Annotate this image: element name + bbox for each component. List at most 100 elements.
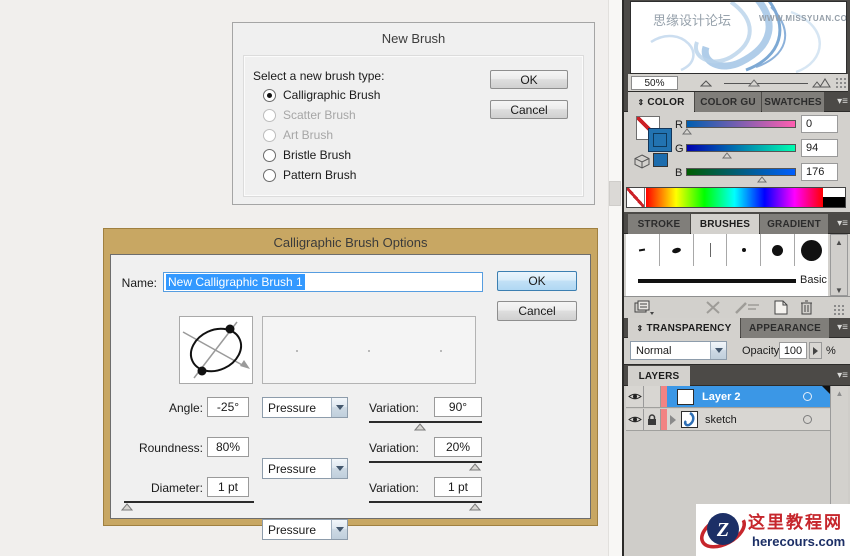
visibility-toggle[interactable] (626, 386, 644, 407)
radio-bristle-brush[interactable] (263, 148, 276, 162)
layer-thumbnail[interactable] (677, 388, 694, 405)
brush-libraries-icon[interactable] (634, 300, 654, 315)
diameter-variation-track[interactable] (369, 501, 482, 503)
diameter-dynamics-combo[interactable]: Pressure (262, 519, 348, 540)
chevron-down-icon[interactable] (331, 520, 347, 539)
expand-triangle-icon[interactable] (670, 414, 676, 425)
g-value-field[interactable]: 94 (801, 139, 838, 157)
tab-appearance[interactable]: APPEARANCE (741, 318, 829, 338)
layer-row-body[interactable]: Layer 2 (667, 386, 830, 407)
radio-pattern-brush[interactable] (263, 168, 276, 182)
radio-row-bristle[interactable]: Bristle Brush (263, 148, 351, 162)
brush-swatch-1[interactable] (626, 234, 660, 266)
panel-menu-icon[interactable]: ▾≡ (837, 96, 848, 108)
spectrum-white-swatch[interactable] (823, 188, 845, 197)
tab-color[interactable]: ⇕ COLOR (628, 92, 694, 112)
tab-color-guide[interactable]: COLOR GU (695, 92, 761, 112)
cancel-button[interactable]: Cancel (497, 301, 577, 321)
delete-brush-trash-icon[interactable] (800, 299, 813, 315)
roundness-dynamics-combo[interactable]: Pressure (262, 458, 348, 479)
angle-variation-input[interactable]: 90° (434, 397, 482, 417)
diameter-variation-input[interactable]: 1 pt (434, 477, 482, 497)
b-slider-track[interactable] (686, 168, 796, 176)
tab-transparency[interactable]: ⇕ TRANSPARENCY (628, 318, 740, 338)
document-scrollbar-thumb[interactable] (609, 181, 621, 206)
panel-menu-icon[interactable]: ▾≡ (837, 370, 848, 382)
brush-name-input[interactable]: New Calligraphic Brush 1 (163, 272, 483, 292)
new-brush-icon[interactable] (774, 300, 788, 315)
angle-input[interactable]: -25° (207, 397, 249, 417)
tab-gradient[interactable]: GRADIENT (760, 214, 828, 234)
lock-toggle[interactable] (644, 409, 661, 430)
tab-brushes[interactable]: BRUSHES (691, 214, 759, 234)
blend-mode-combo[interactable]: Normal (630, 341, 727, 360)
g-slider-thumb[interactable] (722, 152, 732, 159)
navigator-zoom-slider-thumb[interactable] (748, 79, 760, 87)
layer-target-icon[interactable] (803, 415, 812, 424)
out-of-gamut-cube-icon[interactable] (634, 154, 651, 169)
diameter-slider-thumb[interactable] (121, 503, 133, 511)
b-value-field[interactable]: 176 (801, 163, 838, 181)
layer-row-layer2[interactable]: Layer 2 (626, 386, 830, 408)
brushes-scrollbar[interactable]: ▲ ▼ (830, 234, 848, 296)
chevron-down-icon[interactable] (710, 342, 726, 359)
angle-dynamics-combo[interactable]: Pressure (262, 397, 348, 418)
navigator-zoom-track[interactable] (724, 83, 808, 84)
r-slider-thumb[interactable] (682, 128, 692, 135)
brush-swatch-6[interactable] (795, 234, 828, 266)
tab-swatches[interactable]: SWATCHES (762, 92, 824, 112)
layer-name[interactable]: Layer 2 (702, 391, 741, 403)
color-spectrum-bar[interactable] (626, 187, 846, 208)
layer-row-body[interactable]: sketch (667, 409, 830, 430)
panel-resize-grip[interactable] (834, 305, 836, 307)
r-value-field[interactable]: 0 (801, 115, 838, 133)
brush-tip-editor[interactable] (179, 316, 253, 384)
radio-row-pattern[interactable]: Pattern Brush (263, 168, 356, 182)
roundness-variation-input[interactable]: 20% (434, 437, 482, 457)
lock-toggle[interactable] (644, 386, 661, 407)
ok-button[interactable]: OK (497, 271, 577, 291)
roundness-variation-track[interactable] (369, 461, 482, 463)
radio-row-calligraphic[interactable]: Calligraphic Brush (263, 88, 380, 102)
stroke-swatch[interactable] (648, 128, 672, 152)
new-brush-cancel-button[interactable]: Cancel (490, 100, 568, 119)
spectrum-none-swatch[interactable] (627, 188, 645, 207)
document-scrollbar[interactable] (608, 0, 622, 556)
layer-thumbnail[interactable] (681, 411, 698, 428)
scroll-up-icon[interactable]: ▲ (831, 389, 848, 399)
scroll-up-icon[interactable]: ▲ (831, 238, 847, 248)
brush-swatch-3[interactable] (694, 234, 728, 266)
g-slider-track[interactable] (686, 144, 796, 152)
brush-swatch-5[interactable] (761, 234, 796, 266)
tab-layers[interactable]: LAYERS (628, 366, 690, 386)
radio-calligraphic-brush[interactable] (263, 88, 276, 102)
chevron-down-icon[interactable] (331, 398, 347, 417)
b-slider-thumb[interactable] (757, 176, 767, 183)
roundness-variation-slider-thumb[interactable] (469, 463, 481, 471)
opacity-value-field[interactable]: 100 (779, 342, 807, 359)
opacity-slider-popup-button[interactable] (809, 342, 822, 359)
brush-swatch-4[interactable] (727, 234, 762, 266)
angle-variation-slider-thumb[interactable] (414, 423, 426, 431)
panel-collapse-icon[interactable]: ⇕ (637, 98, 644, 107)
panel-resize-grip[interactable] (836, 78, 838, 80)
spectrum-black-swatch[interactable] (823, 197, 845, 207)
navigator-preview[interactable]: 思缘设计论坛 WWW.MISSYUAN.COM (630, 1, 847, 74)
spectrum-gradient[interactable] (646, 188, 823, 207)
diameter-track[interactable] (124, 501, 254, 503)
brush-basic-row[interactable]: Basic (626, 266, 828, 296)
roundness-input[interactable]: 80% (207, 437, 249, 457)
tab-stroke[interactable]: STROKE (628, 214, 690, 234)
scroll-down-icon[interactable]: ▼ (831, 286, 847, 296)
layer-name[interactable]: sketch (705, 414, 737, 426)
panel-menu-icon[interactable]: ▾≡ (837, 322, 848, 334)
layer-row-sketch[interactable]: sketch (626, 409, 830, 431)
r-slider-track[interactable] (686, 120, 796, 128)
panel-collapse-icon[interactable]: ⇕ (637, 324, 644, 333)
navigator-zoom-field[interactable]: 50% (631, 76, 678, 90)
zoom-in-icon[interactable] (812, 77, 832, 88)
panel-menu-icon[interactable]: ▾≡ (837, 218, 848, 230)
visibility-toggle[interactable] (626, 409, 644, 430)
in-gamut-color-swatch[interactable] (653, 153, 668, 167)
diameter-input[interactable]: 1 pt (207, 477, 249, 497)
